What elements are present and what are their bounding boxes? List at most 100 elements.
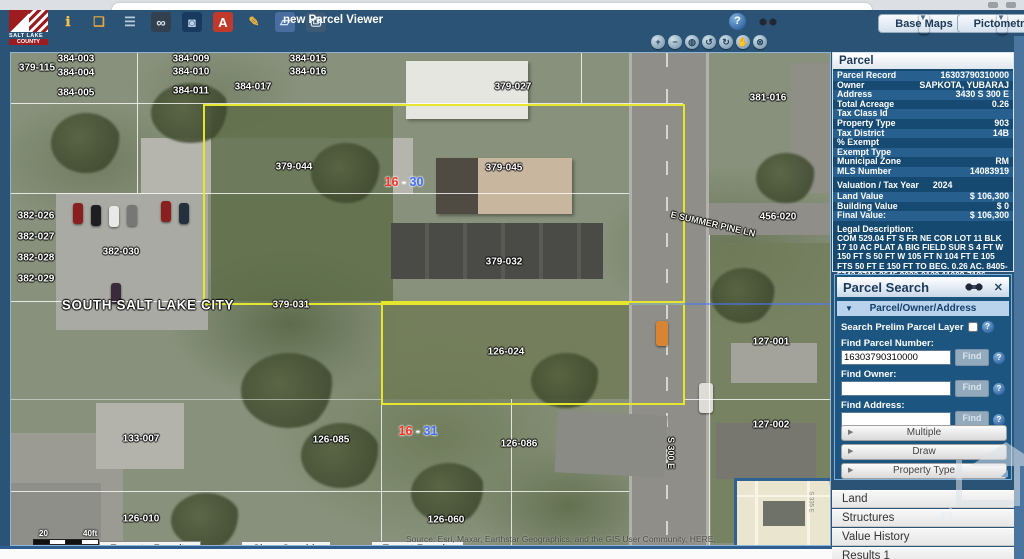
parcel-label: 127-002: [753, 420, 790, 431]
parcel-label: 382-030: [103, 247, 140, 258]
chevron-down-icon: ▼: [845, 301, 853, 316]
scale-segment: [81, 539, 99, 545]
parcel-label: 127-001: [753, 337, 790, 348]
map-canvas[interactable]: 379-115384-003384-004384-005384-009384-0…: [10, 52, 831, 546]
valuation-year: 2024: [933, 180, 953, 191]
previous-extent-icon[interactable]: ↺: [702, 35, 716, 49]
help-icon[interactable]: ?: [993, 383, 1005, 395]
accordion-land[interactable]: Land: [832, 490, 1014, 508]
parcel-label: 384-016: [290, 67, 327, 78]
parcel-line: [11, 491, 629, 492]
parcel-label: 382-026: [18, 211, 55, 222]
database-icon[interactable]: ◙: [182, 12, 202, 32]
deactivate-icon[interactable]: ⊗: [753, 35, 767, 49]
multiple-accordion-button[interactable]: ▶Multiple: [841, 425, 1007, 441]
property-type-accordion-button[interactable]: ▶Property Type: [841, 463, 1007, 479]
help-icon[interactable]: ?: [993, 352, 1005, 364]
car: [127, 205, 137, 226]
help-icon[interactable]: ?: [993, 414, 1005, 426]
full-extent-icon[interactable]: ◍: [685, 35, 699, 49]
parcel-label: 379-032: [486, 257, 523, 268]
prelim-layer-label: Search Prelim Parcel Layer: [841, 322, 964, 333]
find-owner-input[interactable]: [841, 381, 951, 396]
selected-parcel-outline: [381, 301, 685, 405]
parcel-label: 379-027: [495, 82, 532, 93]
search-fields: Find Parcel Number:Find?Find Owner:Find?…: [841, 335, 1009, 428]
field-row: Find?: [841, 380, 1009, 397]
inset-close-icon[interactable]: ✕: [830, 473, 831, 488]
next-extent-icon[interactable]: ↻: [719, 35, 733, 49]
pictometry-binoculars-icon[interactable]: [758, 16, 778, 28]
parcel-rows: Parcel Record16303790310000OwnerSAPKOTA,…: [833, 71, 1013, 177]
layers-icon[interactable]: ☰: [120, 12, 140, 32]
zoom-out-icon[interactable]: −: [668, 35, 682, 49]
accordion-results-1[interactable]: Results 1: [832, 547, 1014, 559]
selected-parcel-outline: [203, 104, 685, 305]
tree: [241, 353, 336, 428]
tree: [51, 113, 121, 173]
tree: [711, 268, 776, 323]
prelim-layer-checkbox[interactable]: [968, 322, 978, 332]
parcel-label: 384-009: [173, 54, 210, 65]
parcel-line: [11, 399, 381, 400]
logo-text-2: COUNTY: [9, 39, 48, 45]
selection-label: 16 - 30: [385, 175, 424, 189]
salt-lake-county-logo: SALT LAKE COUNTY: [9, 10, 48, 44]
car: [91, 205, 101, 226]
parcel-row: MLS Number14083919: [833, 167, 1013, 177]
valuation-header: Valuation / Tax Year 2024: [833, 180, 1013, 191]
scale-right-label: 40ft: [83, 529, 97, 538]
field-label: Find Address:: [841, 400, 1009, 411]
browser-chrome: [0, 0, 1024, 10]
identify-icon[interactable]: ℹ: [58, 12, 78, 32]
tree: [171, 493, 241, 546]
parcel-search-title: Parcel Search: [837, 280, 964, 295]
street-label: S 300 E: [666, 437, 676, 469]
accordion-value-history[interactable]: Value History: [832, 528, 1014, 546]
pdf-export-icon[interactable]: A: [213, 12, 233, 32]
parcel-label: 126-010: [123, 514, 160, 525]
parcel-search-panel: Parcel Search ✕ ▼ Parcel/Owner/Address S…: [834, 274, 1012, 480]
search-binoculars-icon[interactable]: ∞: [151, 12, 171, 32]
close-icon[interactable]: ✕: [988, 281, 1009, 294]
parcel-label: 133-007: [123, 434, 160, 445]
accordion-structures[interactable]: Structures: [832, 509, 1014, 527]
help-icon[interactable]: ?: [982, 321, 994, 333]
parcel-viewer-app: SALT LAKE COUNTY ℹ❏☰∞◙A✎▱⎙ new Parcel Vi…: [0, 0, 1024, 559]
pictometry-button[interactable]: Pictometry ▼: [957, 14, 1024, 33]
parcel-label: 126-060: [428, 515, 465, 526]
resize-handle[interactable]: [1001, 470, 1008, 477]
overview-inset-map[interactable]: S 335 E ✕: [734, 478, 831, 546]
parcel-info-panel: Parcel Parcel Record16303790310000OwnerS…: [832, 52, 1014, 272]
app-title: new Parcel Viewer: [283, 14, 383, 26]
building: [731, 343, 817, 383]
parcel-line: [683, 399, 831, 400]
parcel-label: 384-015: [290, 54, 327, 65]
help-icon[interactable]: ?: [729, 13, 746, 30]
parcel-label: 126-024: [488, 347, 525, 358]
find-button[interactable]: Find: [955, 349, 989, 366]
inset-extent-box[interactable]: [763, 501, 805, 526]
county-emblem-icon: [9, 10, 48, 32]
car: [179, 203, 189, 224]
parcel-label: 381-016: [750, 93, 787, 104]
find-parcel-number-input[interactable]: [841, 350, 951, 365]
parcel-line: [709, 235, 710, 546]
parcel-label: 382-029: [18, 274, 55, 285]
find-button[interactable]: Find: [955, 380, 989, 397]
selection-line: [629, 303, 831, 305]
search-accordion-header[interactable]: ▼ Parcel/Owner/Address: [837, 301, 1009, 316]
draw-accordion-button[interactable]: ▶Draw: [841, 444, 1007, 460]
pan-icon[interactable]: ✋: [736, 35, 750, 49]
field-row: Find?: [841, 349, 1009, 366]
parcel-label: 384-017: [235, 82, 272, 93]
draw-pencil-icon[interactable]: ✎: [244, 12, 264, 32]
tree: [756, 153, 816, 203]
valuation-label: Valuation / Tax Year: [837, 180, 919, 191]
select-extent-icon[interactable]: ❏: [89, 12, 109, 32]
parcel-line: [381, 399, 382, 546]
zoom-in-icon[interactable]: +: [651, 35, 665, 49]
parcel-line: [137, 53, 138, 193]
browser-icon[interactable]: [988, 2, 998, 8]
browser-icon[interactable]: [1006, 2, 1016, 8]
